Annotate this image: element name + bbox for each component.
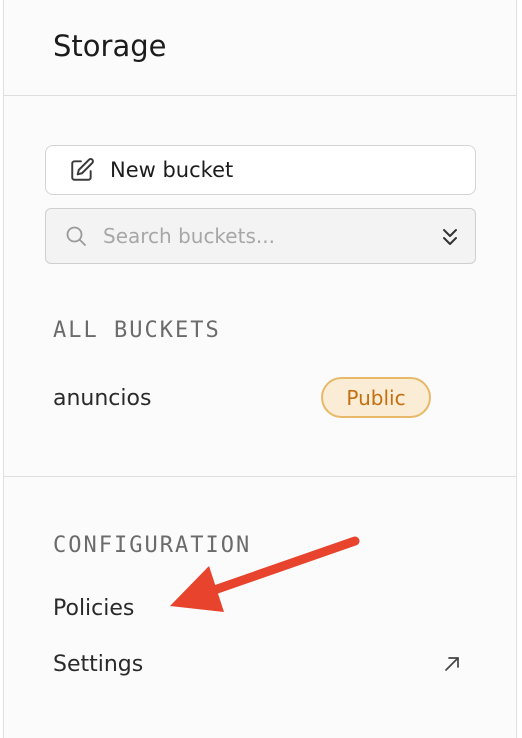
nav-item-policies[interactable]: Policies	[53, 596, 134, 621]
search-icon	[63, 223, 89, 249]
storage-sidebar: Storage New bucket ALL BUCKETS anuncios …	[3, 0, 517, 738]
search-input[interactable]	[103, 224, 423, 248]
sidebar-header: Storage	[4, 0, 516, 96]
all-buckets-heading: ALL BUCKETS	[53, 318, 221, 343]
page-title: Storage	[53, 29, 167, 63]
configuration-heading: CONFIGURATION	[53, 533, 252, 558]
external-link-icon	[441, 653, 463, 675]
new-bucket-button[interactable]: New bucket	[45, 145, 476, 195]
public-badge: Public	[321, 377, 431, 418]
search-buckets-box	[45, 208, 476, 264]
bucket-name: anuncios	[53, 385, 152, 411]
section-divider	[4, 476, 516, 477]
sort-toggle-icon[interactable]	[439, 224, 461, 250]
bucket-item-anuncios[interactable]: anuncios Public	[45, 372, 476, 424]
new-bucket-label: New bucket	[110, 158, 234, 182]
edit-icon	[68, 156, 96, 184]
nav-item-settings[interactable]: Settings	[53, 652, 143, 677]
